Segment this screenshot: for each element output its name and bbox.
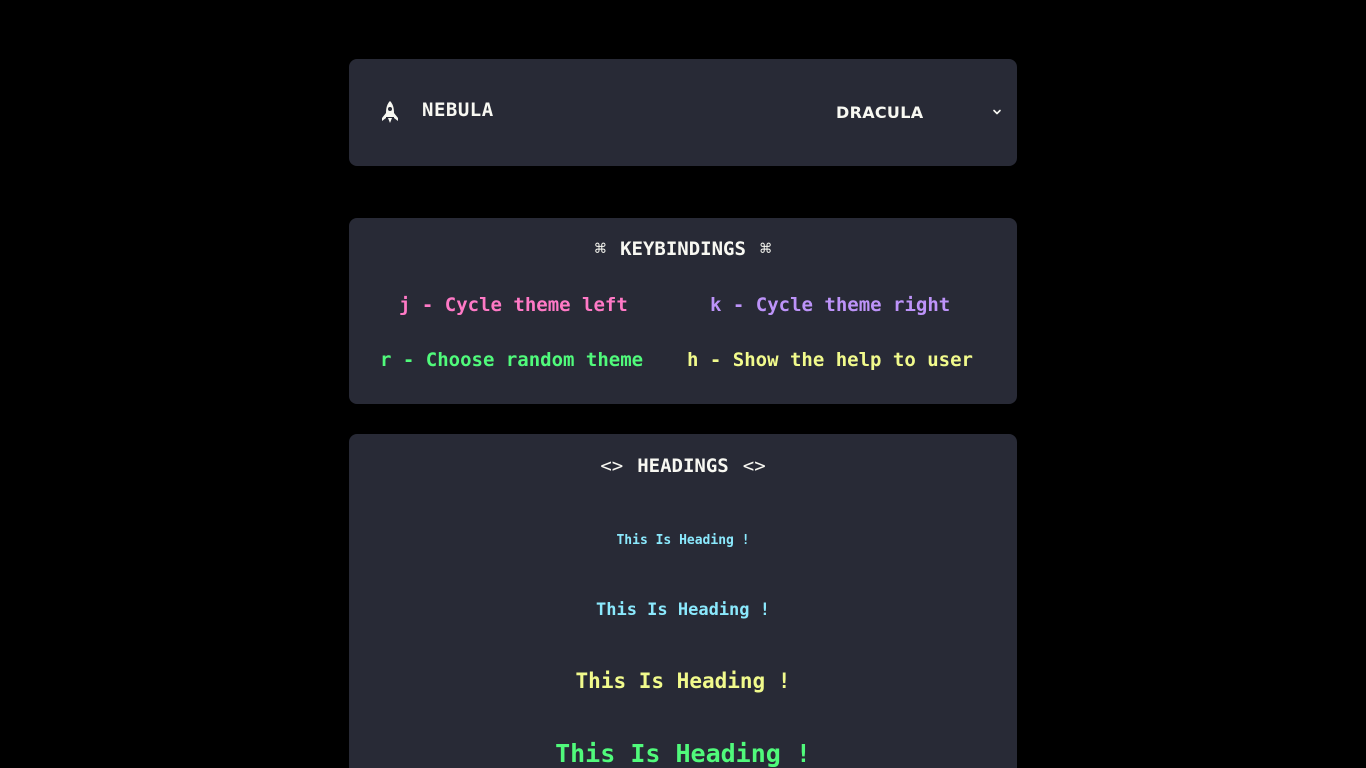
keybindings-heading: ⌘ KEYBINDINGS ⌘ — [349, 238, 1017, 260]
keybinding-cycle-right: k - Cycle theme right — [710, 294, 951, 316]
headings-title: HEADINGS — [637, 455, 729, 477]
keybinding-random-theme: r - Choose random theme — [380, 349, 644, 371]
chevron-down-icon — [993, 109, 1001, 115]
code-icon: <> — [600, 455, 624, 477]
keybinding-show-help: h - Show the help to user — [687, 349, 973, 371]
heading-h4: This Is Heading ! — [575, 669, 791, 693]
rocket-icon — [382, 101, 398, 123]
command-icon: ⌘ — [594, 238, 607, 260]
code-icon: <> — [742, 455, 766, 477]
app-title: NEBULA — [422, 99, 494, 121]
keybinding-cycle-left: j - Cycle theme left — [399, 294, 628, 316]
theme-select[interactable]: DRACULA — [826, 97, 1008, 129]
heading-h3: This Is Heading ! — [555, 739, 811, 768]
heading-h5: This Is Heading ! — [596, 600, 770, 620]
theme-select-value: DRACULA — [836, 103, 924, 122]
headings-section-heading: <> HEADINGS <> — [349, 455, 1017, 477]
headings-card: <> HEADINGS <> This Is Heading ! This Is H… — [349, 434, 1017, 768]
heading-h6: This Is Heading ! — [616, 533, 750, 548]
keybindings-title: KEYBINDINGS — [620, 238, 746, 260]
command-icon: ⌘ — [759, 238, 772, 260]
